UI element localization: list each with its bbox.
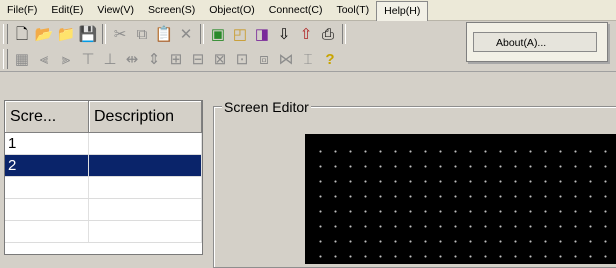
object-icon[interactable]: ◨	[251, 23, 273, 45]
toolbar-separator	[200, 24, 204, 44]
space-horizontal-icon[interactable]: ⋈	[275, 48, 297, 70]
open-folder-icon[interactable]: 📂	[33, 23, 55, 45]
distribute-horizontal-icon[interactable]: ⇹	[121, 48, 143, 70]
save-icon[interactable]: 💾	[77, 23, 99, 45]
open-project-icon[interactable]: 📁	[55, 23, 77, 45]
table-row-selected[interactable]: 2	[5, 155, 202, 177]
menu-help[interactable]: Help(H)	[376, 0, 429, 21]
menu-edit[interactable]: Edit(E)	[44, 0, 90, 20]
help-dropdown: About(A)...	[466, 22, 608, 62]
paste-icon[interactable]: 📋	[153, 23, 175, 45]
align-top-icon[interactable]: ⊤	[77, 48, 99, 70]
toolbar-grip[interactable]	[3, 49, 8, 69]
screen-number: 2	[5, 155, 89, 176]
screen-description	[89, 221, 202, 242]
print-icon[interactable]: ⎙	[317, 23, 339, 45]
menu-view[interactable]: View(V)	[90, 0, 141, 20]
screen-list-header: Scre... Description	[5, 101, 202, 133]
table-row[interactable]	[5, 221, 202, 243]
screen-canvas[interactable]	[305, 134, 616, 264]
align-right-icon[interactable]: ⫸	[55, 48, 77, 70]
align-bottom-icon[interactable]: ⊥	[99, 48, 121, 70]
menu-tool[interactable]: Tool(T)	[329, 0, 376, 20]
center-vertical-icon[interactable]: ⧈	[253, 48, 275, 70]
align-left-icon[interactable]: ⫷	[33, 48, 55, 70]
menu-file[interactable]: File(F)	[0, 0, 44, 20]
same-size-icon[interactable]: ⊠	[209, 48, 231, 70]
new-screen-icon[interactable]: ▣	[207, 23, 229, 45]
screen-description	[89, 133, 202, 154]
screen-editor-title: Screen Editor	[222, 99, 311, 115]
same-height-icon[interactable]: ⊟	[187, 48, 209, 70]
menu-screen[interactable]: Screen(S)	[141, 0, 202, 20]
space-vertical-icon[interactable]: ⌶	[297, 48, 319, 70]
table-row[interactable]	[5, 177, 202, 199]
column-header-description[interactable]: Description	[89, 101, 202, 133]
menu-object[interactable]: Object(O)	[202, 0, 262, 20]
menu-connect[interactable]: Connect(C)	[262, 0, 330, 20]
screen-number	[5, 199, 89, 220]
copy-icon[interactable]: ⧉	[131, 23, 153, 45]
toolbar-separator	[342, 24, 346, 44]
screen-number	[5, 177, 89, 198]
upload-icon[interactable]: ⇧	[295, 23, 317, 45]
center-horizontal-icon[interactable]: ⊡	[231, 48, 253, 70]
screen-properties-icon[interactable]: ◰	[229, 23, 251, 45]
download-icon[interactable]: ⇩	[273, 23, 295, 45]
screen-description	[89, 177, 202, 198]
menu-item-about[interactable]: About(A)...	[473, 32, 597, 52]
table-row[interactable]: 1	[5, 133, 202, 155]
grid-icon[interactable]: ▦	[11, 48, 33, 70]
toolbar-separator	[102, 24, 106, 44]
help-icon[interactable]: ?	[319, 48, 341, 70]
new-file-icon[interactable]: 🗋	[11, 23, 33, 45]
screen-description	[89, 199, 202, 220]
cut-icon[interactable]: ✂	[109, 23, 131, 45]
table-row[interactable]	[5, 199, 202, 221]
same-width-icon[interactable]: ⊞	[165, 48, 187, 70]
screen-description	[89, 155, 202, 176]
column-header-screen[interactable]: Scre...	[5, 101, 89, 133]
screen-number	[5, 221, 89, 242]
menu-bar: File(F) Edit(E) View(V) Screen(S) Object…	[0, 0, 616, 21]
canvas-grid	[313, 144, 616, 264]
screen-list: Scre... Description 1 2	[4, 100, 203, 255]
delete-icon[interactable]: ✕	[175, 23, 197, 45]
screen-number: 1	[5, 133, 89, 154]
toolbar-grip[interactable]	[3, 24, 8, 44]
distribute-vertical-icon[interactable]: ⇕	[143, 48, 165, 70]
